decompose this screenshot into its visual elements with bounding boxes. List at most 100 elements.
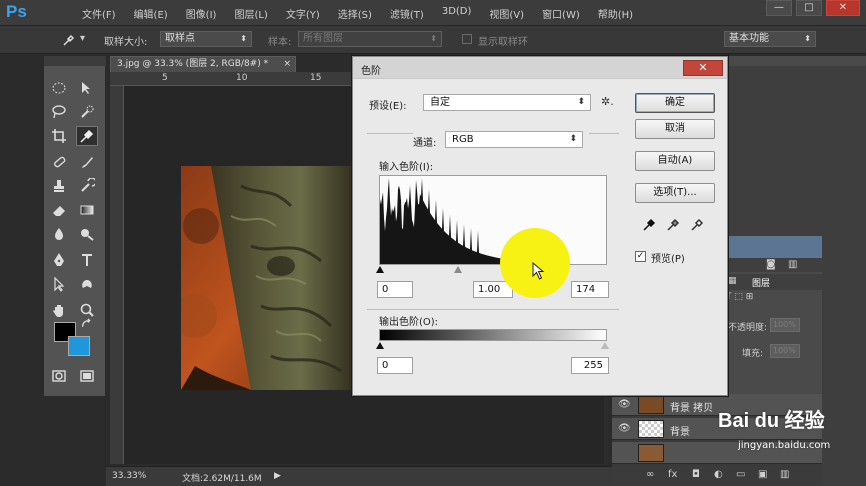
path-selection-icon[interactable] <box>48 274 70 294</box>
screen-mode-icon[interactable] <box>76 366 98 386</box>
menu-file[interactable]: 文件(F) <box>82 6 116 21</box>
fill-input[interactable]: 100% <box>770 344 800 358</box>
gray-point-eyedropper-icon[interactable] <box>667 217 681 231</box>
folder-icon[interactable]: ▭ <box>736 469 745 480</box>
close-window-button[interactable]: ✕ <box>826 0 860 16</box>
cancel-button[interactable]: 取消 <box>635 119 715 139</box>
window-controls: — □ ✕ <box>762 0 860 16</box>
maximize-button[interactable]: □ <box>796 0 822 16</box>
input-black-slider[interactable] <box>376 266 384 273</box>
healing-brush-icon[interactable] <box>48 152 70 172</box>
lasso-icon[interactable] <box>48 102 70 122</box>
document-tab[interactable]: 3.jpg @ 33.3% (图层 2, RGB/8#) * × <box>110 56 296 72</box>
menu-layer[interactable]: 图层(L) <box>234 6 267 21</box>
camera-icon[interactable]: ◙ <box>766 259 776 270</box>
tab-layers[interactable]: 图层 <box>752 276 770 289</box>
opacity-input[interactable]: 100% <box>770 318 800 332</box>
preview-label: 预览(P) <box>651 254 685 265</box>
ok-button[interactable]: 确定 <box>635 93 715 113</box>
menu-view[interactable]: 视图(V) <box>489 6 524 21</box>
layer-filter-icon[interactable]: T ⬚ ⊞ <box>726 292 753 302</box>
options-button[interactable]: 选项(T)... <box>635 183 715 203</box>
link-icon[interactable]: ∞ <box>646 469 654 480</box>
eyedropper-icon[interactable] <box>76 126 98 146</box>
menu-filter[interactable]: 滤镜(T) <box>390 6 424 21</box>
pen-icon[interactable] <box>48 250 70 270</box>
workspace-select[interactable]: 基本功能 ⬍ <box>724 31 816 47</box>
eraser-icon[interactable] <box>48 200 70 220</box>
quick-mask-icon[interactable] <box>48 366 70 386</box>
status-menu-arrow-icon[interactable]: ▶ <box>274 471 281 481</box>
type-tool-icon[interactable] <box>76 250 98 270</box>
menu-window[interactable]: 窗口(W) <box>542 6 580 21</box>
clone-stamp-icon[interactable] <box>48 176 70 196</box>
menu-image[interactable]: 图像(I) <box>186 6 217 21</box>
dialog-titlebar[interactable]: 色阶 ✕ <box>353 57 727 79</box>
swap-colors-icon[interactable] <box>80 318 94 332</box>
output-black-slider[interactable] <box>376 342 384 349</box>
auto-button[interactable]: 自动(A) <box>635 151 715 171</box>
custom-shape-icon[interactable] <box>76 274 98 294</box>
eye-icon[interactable]: 👁 <box>618 399 631 410</box>
white-point-eyedropper-icon[interactable] <box>691 217 705 231</box>
sample-size-select[interactable]: 取样点 ⬍ <box>160 31 252 47</box>
brush-icon[interactable] <box>76 152 98 172</box>
blur-icon[interactable] <box>48 224 70 244</box>
document-image[interactable] <box>181 166 361 390</box>
dodge-icon[interactable] <box>76 224 98 244</box>
input-white-field[interactable]: 174 <box>571 281 609 298</box>
output-gradient-bar <box>379 329 607 341</box>
gradient-icon[interactable] <box>76 200 98 220</box>
menu-select[interactable]: 选择(S) <box>338 6 372 21</box>
minimize-button[interactable]: — <box>766 0 792 16</box>
layers-tab-row: ▦ 图层 <box>722 274 822 290</box>
menu-edit[interactable]: 编辑(E) <box>134 6 168 21</box>
tool-preset-chevron-icon[interactable]: ▾ <box>80 33 85 44</box>
sample-size-value: 取样点 <box>165 33 195 44</box>
histogram-graph <box>380 178 606 264</box>
channel-select[interactable]: RGB ⬍ <box>445 131 583 148</box>
crop-icon[interactable] <box>48 126 70 146</box>
main-menu: 文件(F) 编辑(E) 图像(I) 图层(L) 文字(Y) 选择(S) 滤镜(T… <box>82 6 651 21</box>
output-black-field[interactable]: 0 <box>377 357 413 374</box>
background-color-swatch[interactable] <box>68 336 90 356</box>
close-document-icon[interactable]: × <box>283 57 291 72</box>
panel-tab-icon[interactable]: ▦ <box>728 276 737 286</box>
preview-checkbox[interactable]: ✓ <box>635 251 646 262</box>
trash-icon[interactable]: ▥ <box>788 259 797 270</box>
show-ring-checkbox[interactable] <box>462 34 472 44</box>
preset-select[interactable]: 自定 ⬍ <box>423 94 591 111</box>
preset-options-gear-icon[interactable]: ✲. <box>601 95 614 108</box>
zoom-level[interactable]: 33.33% <box>112 471 146 481</box>
fx-icon[interactable]: fx <box>668 469 677 480</box>
sample-select[interactable]: 所有图层 ⬍ <box>298 31 442 47</box>
menu-help[interactable]: 帮助(H) <box>598 6 633 21</box>
eyedropper-tool-icon[interactable] <box>62 33 76 50</box>
background-color-fill <box>69 337 89 355</box>
horizontal-ruler: 5 10 15 <box>110 72 356 86</box>
mask-icon[interactable]: ◘ <box>692 469 700 480</box>
eye-icon[interactable]: 👁 <box>618 423 631 434</box>
output-levels-label: 输出色阶(O): <box>379 317 439 328</box>
sample-value: 所有图层 <box>303 33 343 44</box>
input-black-field[interactable]: 0 <box>377 281 413 298</box>
panel-icon-row: ◙ ▥ <box>722 258 822 272</box>
output-white-slider[interactable] <box>601 342 609 349</box>
menu-bar: Ps 文件(F) 编辑(E) 图像(I) 图层(L) 文字(Y) 选择(S) 滤… <box>0 0 866 26</box>
collapsed-panel-bar <box>822 66 866 486</box>
input-gamma-slider[interactable] <box>454 266 462 273</box>
new-layer-icon[interactable]: ▣ <box>758 469 767 480</box>
dialog-close-button[interactable]: ✕ <box>683 60 723 76</box>
output-white-field[interactable]: 255 <box>571 357 609 374</box>
black-point-eyedropper-icon[interactable] <box>643 217 657 231</box>
menu-3d[interactable]: 3D(D) <box>442 6 472 21</box>
adjustment-icon[interactable]: ◐ <box>714 469 723 480</box>
quick-selection-icon[interactable] <box>76 102 98 122</box>
history-brush-icon[interactable] <box>76 176 98 196</box>
status-bar: 33.33% 文档:2.62M/11.6M ▶ <box>106 466 612 486</box>
menu-type[interactable]: 文字(Y) <box>286 6 320 21</box>
trash-icon[interactable]: ▥ <box>780 469 789 480</box>
elliptical-marquee-icon[interactable] <box>48 78 70 98</box>
hand-icon[interactable] <box>48 300 70 320</box>
move-tool-icon[interactable] <box>76 78 98 98</box>
